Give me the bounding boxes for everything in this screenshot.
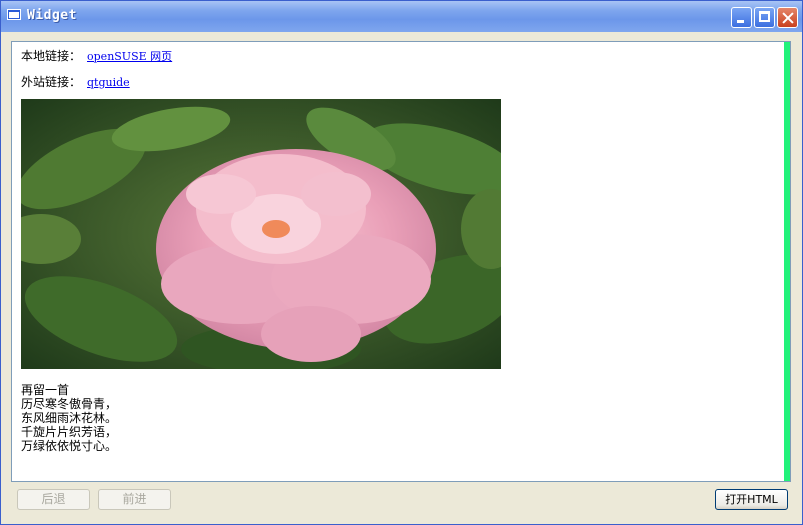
forward-button[interactable]: 前进 (98, 489, 171, 510)
local-link-row: 本地链接： openSUSE 网页 (21, 47, 172, 64)
minimize-button[interactable] (731, 7, 752, 28)
poem-title: 再留一首 (21, 383, 70, 397)
close-button[interactable] (777, 7, 798, 28)
external-link[interactable]: qtguide (87, 76, 130, 89)
app-window: Widget 本地链接： openSUSE 网页 外站链接： qtguide 再… (0, 0, 803, 525)
open-html-button[interactable]: 打开HTML (715, 489, 788, 510)
external-link-row: 外站链接： qtguide (21, 73, 130, 90)
window-icon[interactable] (7, 9, 21, 20)
poem-line: 历尽寒冬傲骨青， (21, 397, 118, 411)
external-link-label: 外站链接： (21, 75, 82, 89)
poem-line: 东风细雨沐花林。 (21, 411, 118, 425)
poem-line: 万绿依依悦寸心。 (21, 439, 118, 453)
back-button[interactable]: 后退 (17, 489, 90, 510)
peony-image (21, 99, 501, 369)
window-title: Widget (27, 8, 77, 23)
poem-line: 千旋片片织芳语， (21, 425, 118, 439)
local-link[interactable]: openSUSE 网页 (87, 50, 172, 63)
peony-photo (21, 99, 501, 369)
scrollbar[interactable] (784, 42, 790, 481)
poem: 再留一首 历尽寒冬傲骨青， 东风细雨沐花林。 千旋片片织芳语， 万绿依依悦寸心。 (21, 383, 117, 453)
text-browser[interactable]: 本地链接： openSUSE 网页 外站链接： qtguide 再留一首 历尽寒… (11, 41, 791, 482)
maximize-button[interactable] (754, 7, 775, 28)
local-link-label: 本地链接： (21, 49, 82, 63)
title-bar[interactable]: Widget (1, 1, 802, 32)
